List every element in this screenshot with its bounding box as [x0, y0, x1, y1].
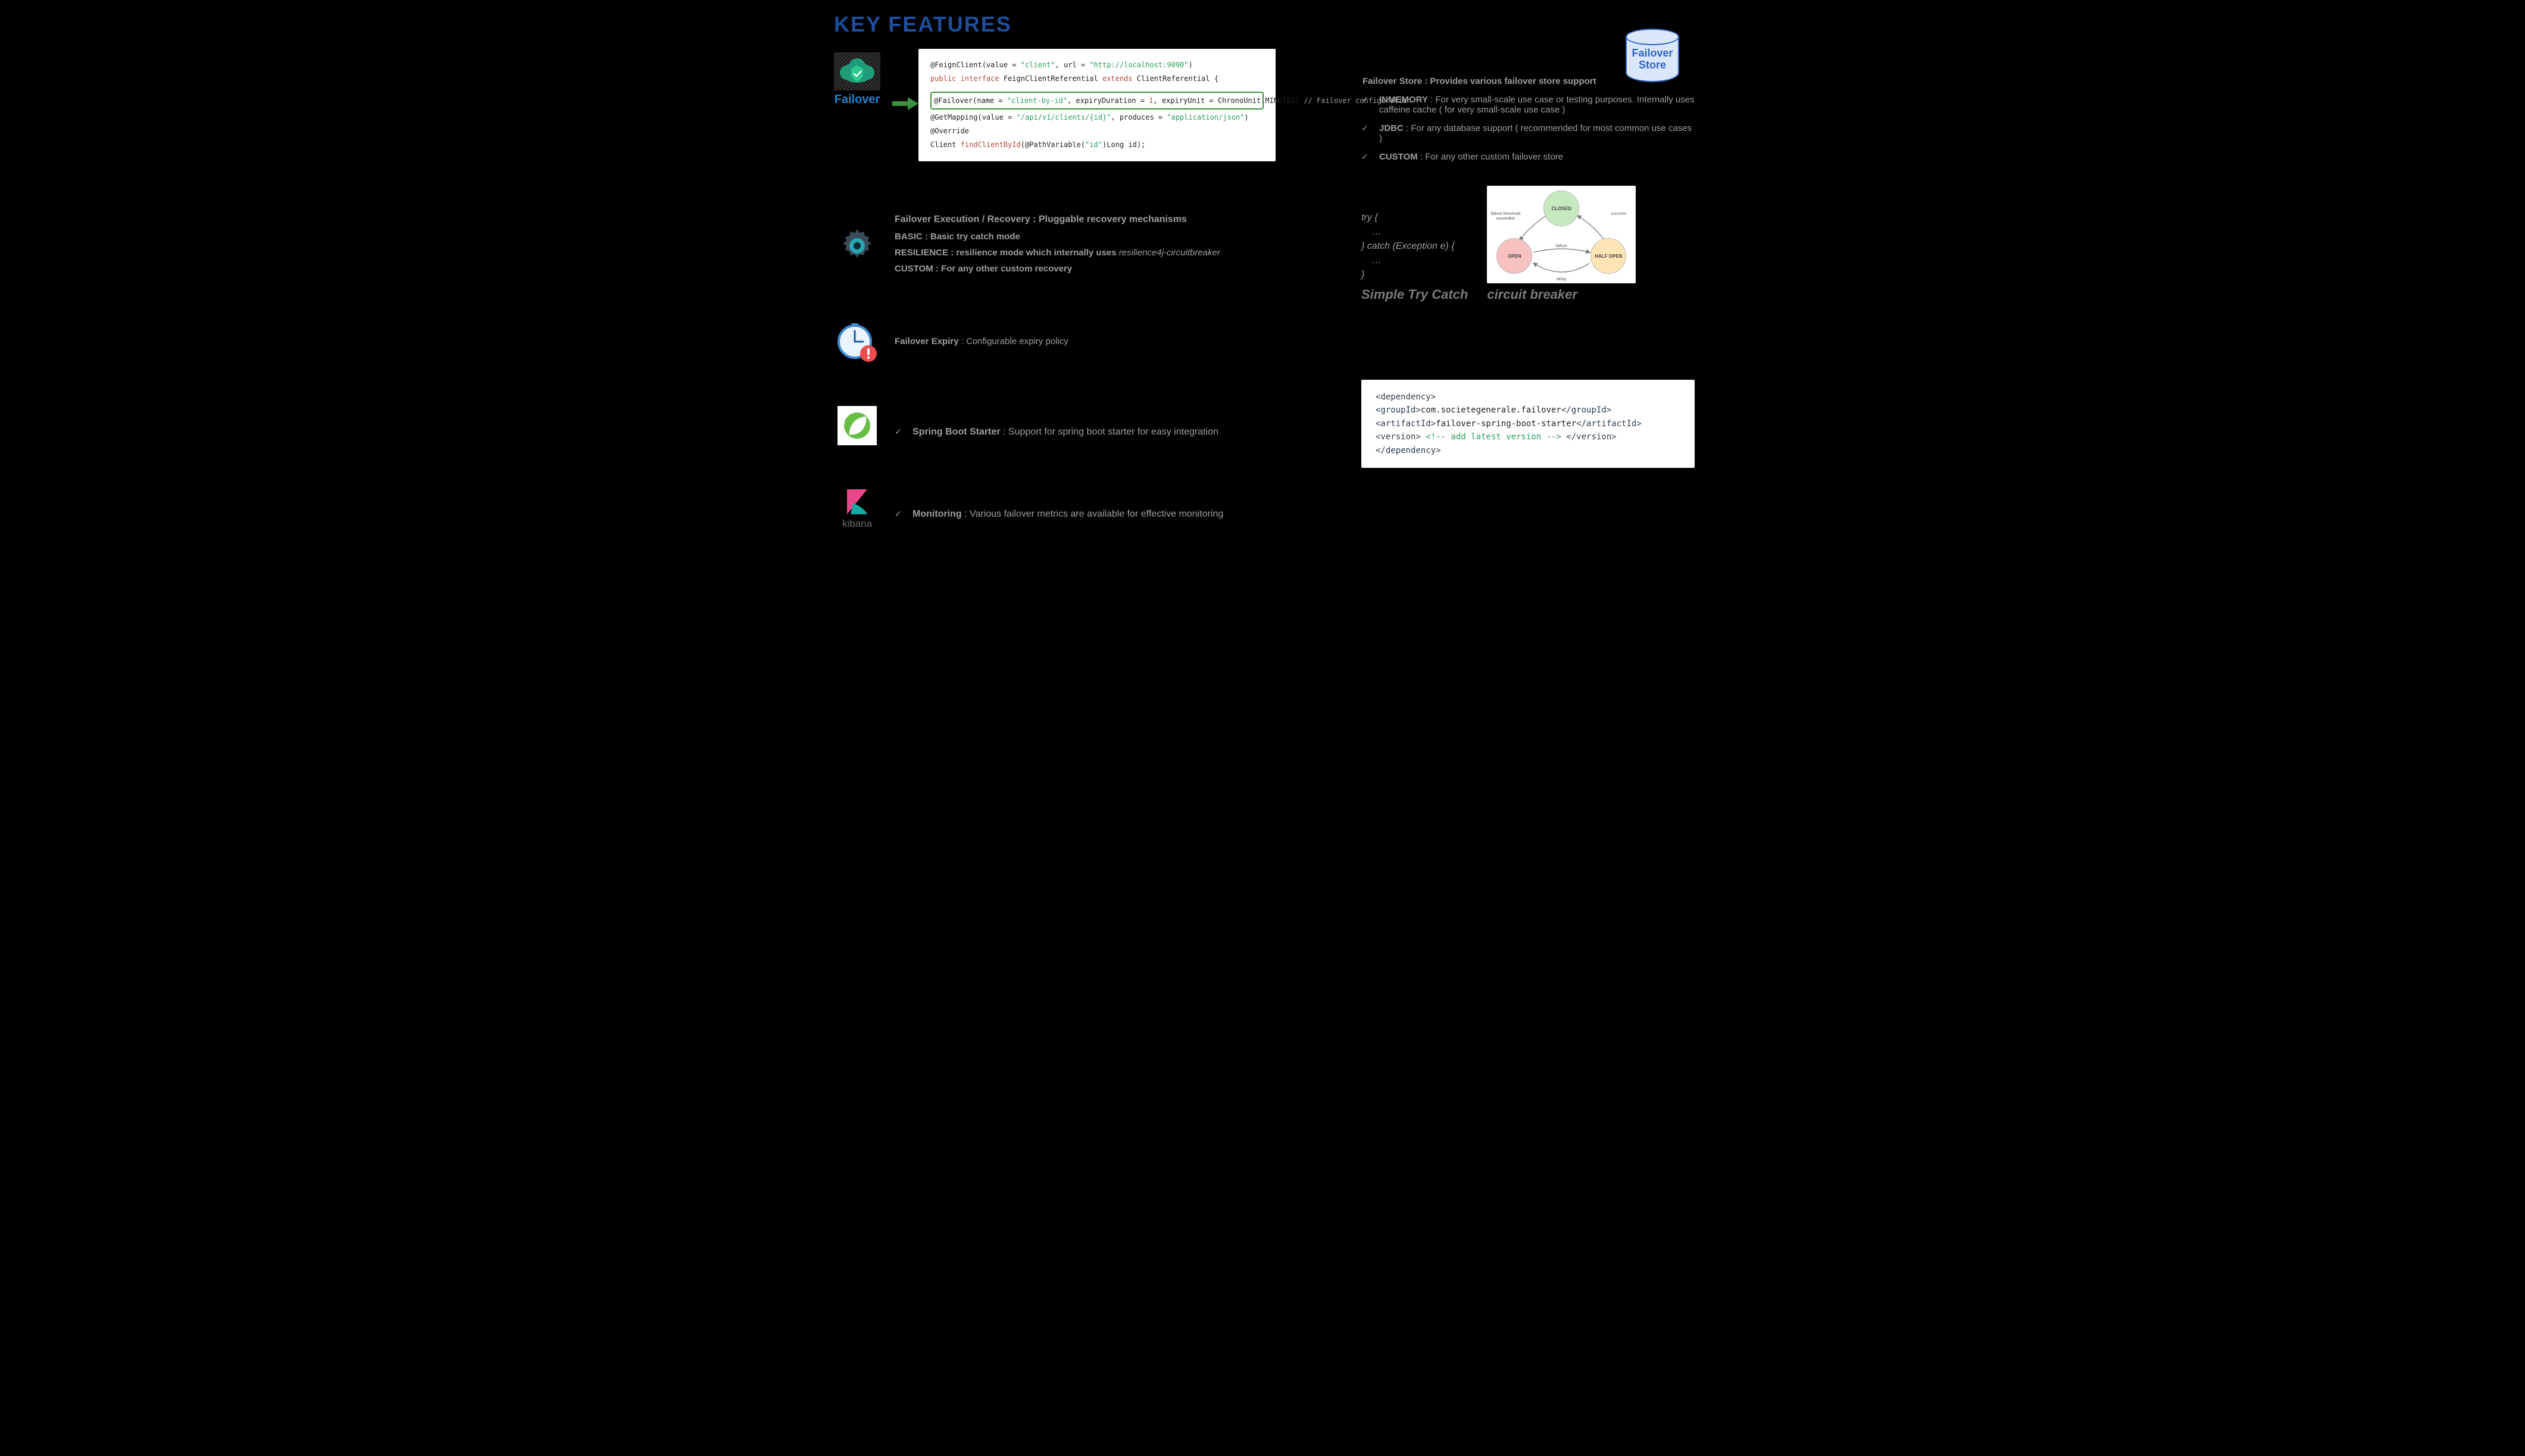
monitoring-text-col: ✓ Monitoring : Various failover metrics … — [895, 493, 1351, 520]
monitoring-bullet: ✓ Monitoring : Various failover metrics … — [895, 493, 1351, 520]
spring-bullet: ✓ Spring Boot Starter : Support for spri… — [895, 410, 1351, 438]
circuit-breaker-diagram: CLOSED OPEN HALF OPEN failure threshold … — [1487, 186, 1636, 283]
cb-state-halfopen: HALF OPEN — [1590, 238, 1626, 274]
store-heading: Failover Store : Provides various failov… — [1362, 76, 1596, 86]
row-failover: Failover @FeignClient(value = "client", … — [830, 49, 1695, 170]
recovery-text-col: Failover Execution / Recovery : Pluggabl… — [895, 211, 1351, 277]
failover-annotation-highlight: @Failover(name = "client-by-id", expiryD… — [930, 92, 1264, 110]
gear-icon — [838, 227, 876, 265]
maven-dependency-panel: <dependency> <groupId>com.societegeneral… — [1361, 380, 1695, 468]
slide: KEY FEATURES Failover Store — [816, 0, 1709, 556]
dependency-col: <dependency> <groupId>com.societegeneral… — [1361, 380, 1695, 468]
row-monitoring: kibana ✓ Monitoring : Various failover m… — [830, 483, 1695, 530]
feign-client-code-panel: @FeignClient(value = "client", url = "ht… — [918, 49, 1276, 161]
spring-icon — [838, 406, 877, 445]
recovery-figures-col: try { … } catch (Exception e) { … } Simp… — [1361, 186, 1695, 302]
page-title: KEY FEATURES — [834, 12, 1695, 37]
check-icon: ✓ — [1361, 123, 1370, 133]
spring-text-col: ✓ Spring Boot Starter : Support for spri… — [895, 410, 1351, 438]
kibana-icon — [842, 487, 872, 517]
recovery-icon-col — [830, 223, 884, 265]
row-expiry: Failover Expiry : Configurable expiry po… — [830, 318, 1695, 364]
row-recovery: Failover Execution / Recovery : Pluggabl… — [830, 186, 1695, 302]
cb-label-success: success — [1604, 212, 1633, 217]
store-bullets: Failover Store : Provides various failov… — [1361, 76, 1695, 162]
kibana-label: kibana — [842, 518, 872, 530]
kibana-icon-col: kibana — [830, 483, 884, 530]
recovery-heading: Failover Execution / Recovery : Pluggabl… — [895, 211, 1351, 229]
clock-alert-icon — [836, 321, 879, 364]
check-icon: ✓ — [895, 509, 903, 519]
failover-store-db-icon: Failover Store — [1620, 29, 1685, 71]
cb-label-threshold: failure threshold exceeded — [1490, 212, 1520, 221]
cb-state-open: OPEN — [1496, 238, 1532, 274]
failover-code-col: @FeignClient(value = "client", url = "ht… — [895, 49, 1351, 161]
code-text: @FeignClient(value = — [930, 61, 1021, 69]
failover-icon-col: Failover — [830, 49, 884, 107]
check-icon: ✓ — [1361, 152, 1370, 162]
failover-cloud-shield-icon — [834, 52, 880, 90]
try-catch-code: try { … } catch (Exception e) { … } — [1361, 211, 1468, 282]
failover-icon-caption: Failover — [835, 93, 880, 107]
expiry-icon-col — [830, 318, 884, 364]
spring-icon-col — [830, 402, 884, 445]
try-catch-figure: try { … } catch (Exception e) { … } Simp… — [1361, 211, 1468, 302]
expiry-text-col: Failover Expiry : Configurable expiry po… — [895, 318, 1351, 349]
cb-label-failure: failure — [1546, 244, 1576, 249]
arrow-right-icon — [892, 97, 918, 110]
cb-state-closed: CLOSED — [1543, 190, 1579, 226]
failover-store-label: Failover Store — [1620, 48, 1685, 71]
row-spring: ✓ Spring Boot Starter : Support for spri… — [830, 380, 1695, 468]
circuit-breaker-caption: circuit breaker — [1487, 287, 1636, 302]
check-icon: ✓ — [895, 427, 903, 437]
expiry-heading: Failover Expiry — [895, 336, 959, 346]
try-catch-caption: Simple Try Catch — [1361, 287, 1468, 302]
circuit-breaker-figure: CLOSED OPEN HALF OPEN failure threshold … — [1487, 186, 1636, 302]
cb-label-delay: delay — [1546, 277, 1576, 282]
